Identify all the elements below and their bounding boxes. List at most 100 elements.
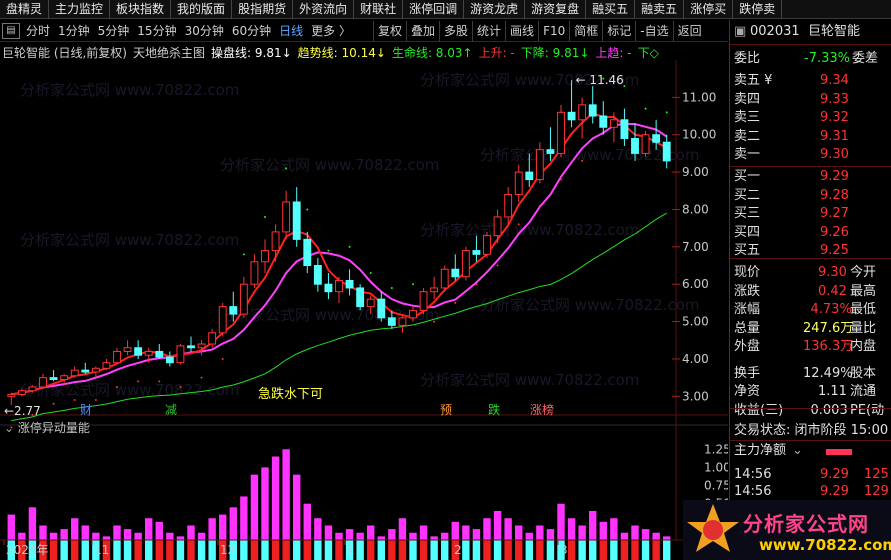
collapse-icon[interactable]: ⌄ [4, 421, 14, 435]
vol-bar-top [451, 521, 459, 540]
tool-button-5[interactable]: F10 [538, 20, 569, 41]
vol-bar-top [282, 449, 290, 540]
vol-bar-bottom [504, 540, 512, 560]
candle-body [187, 345, 195, 349]
top-menu-item-3[interactable]: 我的版面 [171, 0, 233, 19]
trail-dot [158, 380, 161, 383]
candle-body [292, 201, 301, 240]
vol-bar-top [419, 525, 428, 540]
ask-row-2-cell-1: 9.32 [820, 110, 849, 125]
top-menu-item-9[interactable]: 游资复盘 [525, 0, 587, 19]
candle-body [387, 317, 396, 326]
bid-row-2-cell-1: 9.27 [820, 206, 849, 221]
trade-state-row-cell-0: 交易状态: 闭市阶段 15:00 [734, 423, 889, 438]
vol-bar-top [250, 474, 259, 540]
tool-button-9[interactable]: 返回 [672, 20, 706, 41]
vol-bar-top [271, 456, 280, 540]
tool-button-2[interactable]: 多股 [439, 20, 472, 41]
ask-row-0-cell-1: 9.34 [820, 73, 849, 88]
vol-bar-top [430, 536, 438, 540]
weibi-row-cell-0: 委比 [734, 51, 761, 66]
period-tab-2[interactable]: 5分钟 [94, 21, 134, 41]
top-menu-item-4[interactable]: 股指期货 [232, 0, 294, 19]
vol-bar-top [7, 514, 15, 540]
indicator-name[interactable]: 天地绝杀主图 [133, 44, 205, 61]
trail-dot [665, 111, 668, 114]
period-tab-0[interactable]: 分时 [22, 21, 54, 41]
vol-bar-top [229, 507, 237, 540]
tick-row-0-cell-1: 9.29 [820, 467, 849, 482]
tool-button-8[interactable]: -自选 [635, 20, 672, 41]
top-menu-item-1[interactable]: 主力监控 [49, 0, 111, 19]
period-tab-6[interactable]: 日线 [275, 21, 307, 41]
top-menu-item-8[interactable]: 游资龙虎 [464, 0, 526, 19]
vol-bar-top [388, 529, 396, 540]
top-menu-item-0[interactable]: 盘精灵 [0, 0, 50, 19]
candle-body [398, 317, 407, 326]
vol-bar-top [240, 496, 248, 540]
legend-shengming: 生命线: 8.03↑ [391, 45, 473, 60]
stat-row-2-cell-2: 最低 [850, 302, 877, 317]
stock-header-cell-1: 002031 [750, 24, 800, 39]
tool-button-6[interactable]: 简框 [569, 20, 602, 41]
top-menu-item-7[interactable]: 涨停回调 [403, 0, 465, 19]
top-menu-item-13[interactable]: 跌停卖 [733, 0, 783, 19]
top-menu-item-2[interactable]: 板块指数 [110, 0, 172, 19]
candle-body [49, 377, 58, 381]
tool-button-3[interactable]: 统计 [472, 20, 505, 41]
candle-body [641, 134, 650, 154]
vol-bar-top [367, 525, 375, 540]
candle-body [70, 369, 79, 377]
vol-bar-top [525, 532, 533, 540]
trail-dot [412, 283, 414, 286]
stat-row-7-cell-0: 收益(三) [734, 402, 784, 418]
period-tab-4[interactable]: 30分钟 [181, 21, 228, 41]
stat-row-7: 收益(三) 0.003 PE(动 [730, 402, 891, 420]
tool-button-0[interactable]: 复权 [372, 20, 406, 41]
trail-dot [369, 272, 372, 274]
candle-body [504, 194, 513, 218]
tool-button-1[interactable]: 叠加 [406, 20, 439, 41]
vol-bar-bottom [240, 540, 248, 560]
kline-chart[interactable]: 11.0010.009.008.007.006.005.004.003.00分析… [0, 60, 728, 560]
panel-toggle-icon[interactable]: ▤ [2, 22, 20, 39]
tool-button-7[interactable]: 标记 [602, 20, 635, 41]
stat-row-3-cell-0: 总量 [734, 320, 761, 336]
candle-body [567, 111, 576, 121]
top-menu-item-12[interactable]: 涨停买 [684, 0, 734, 19]
period-tab-3[interactable]: 15分钟 [133, 21, 180, 41]
sidebar-divider [730, 440, 891, 441]
trail-dot [94, 399, 97, 402]
stat-row-6: 净资 1.11 流通 [730, 383, 891, 401]
bid-row-1-cell-1: 9.28 [820, 187, 849, 203]
vol-bar-top [578, 525, 586, 540]
top-menu-item-6[interactable]: 财联社 [354, 0, 404, 19]
watermark-text: 分析家公式网 www.70822.com [220, 306, 440, 324]
tool-button-4[interactable]: 画线 [505, 20, 538, 41]
vol-bar-top [599, 521, 607, 540]
period-tab-7[interactable]: 更多 〉 [307, 21, 355, 41]
stock-header-cell-0: ▣ [734, 24, 747, 39]
trail-dot [517, 223, 520, 226]
vol-bar-bottom [599, 540, 607, 560]
candle-body [17, 390, 26, 395]
time-label-4: 2 [454, 543, 462, 557]
top-menu-item-11[interactable]: 融卖五 [635, 0, 685, 19]
candle-body [631, 137, 639, 154]
top-menu-item-5[interactable]: 外资流向 [293, 0, 355, 19]
volume-indicator-title[interactable]: ⌄ 涨停异动量能 [4, 419, 90, 436]
time-label-0: 2024年 [6, 543, 49, 557]
trail-dot [73, 399, 76, 402]
stat-row-0-cell-0: 现价 [734, 265, 761, 280]
period-tab-1[interactable]: 1分钟 [54, 21, 94, 41]
period-tab-5[interactable]: 60分钟 [228, 21, 275, 41]
watermark-text: 分析家公式网 www.70822.com [20, 231, 240, 249]
vol-bar-top [652, 532, 660, 540]
top-menu-item-10[interactable]: 融买五 [586, 0, 636, 19]
vol-bar-top [219, 514, 227, 540]
stat-row-6-cell-2: 流通 [850, 384, 877, 399]
event-marker-0: 财 [80, 403, 92, 417]
vol-bar-bottom [134, 540, 142, 560]
stat-row-3-cell-1: 247.6万 [803, 320, 854, 336]
vol-bar-bottom [197, 540, 206, 560]
